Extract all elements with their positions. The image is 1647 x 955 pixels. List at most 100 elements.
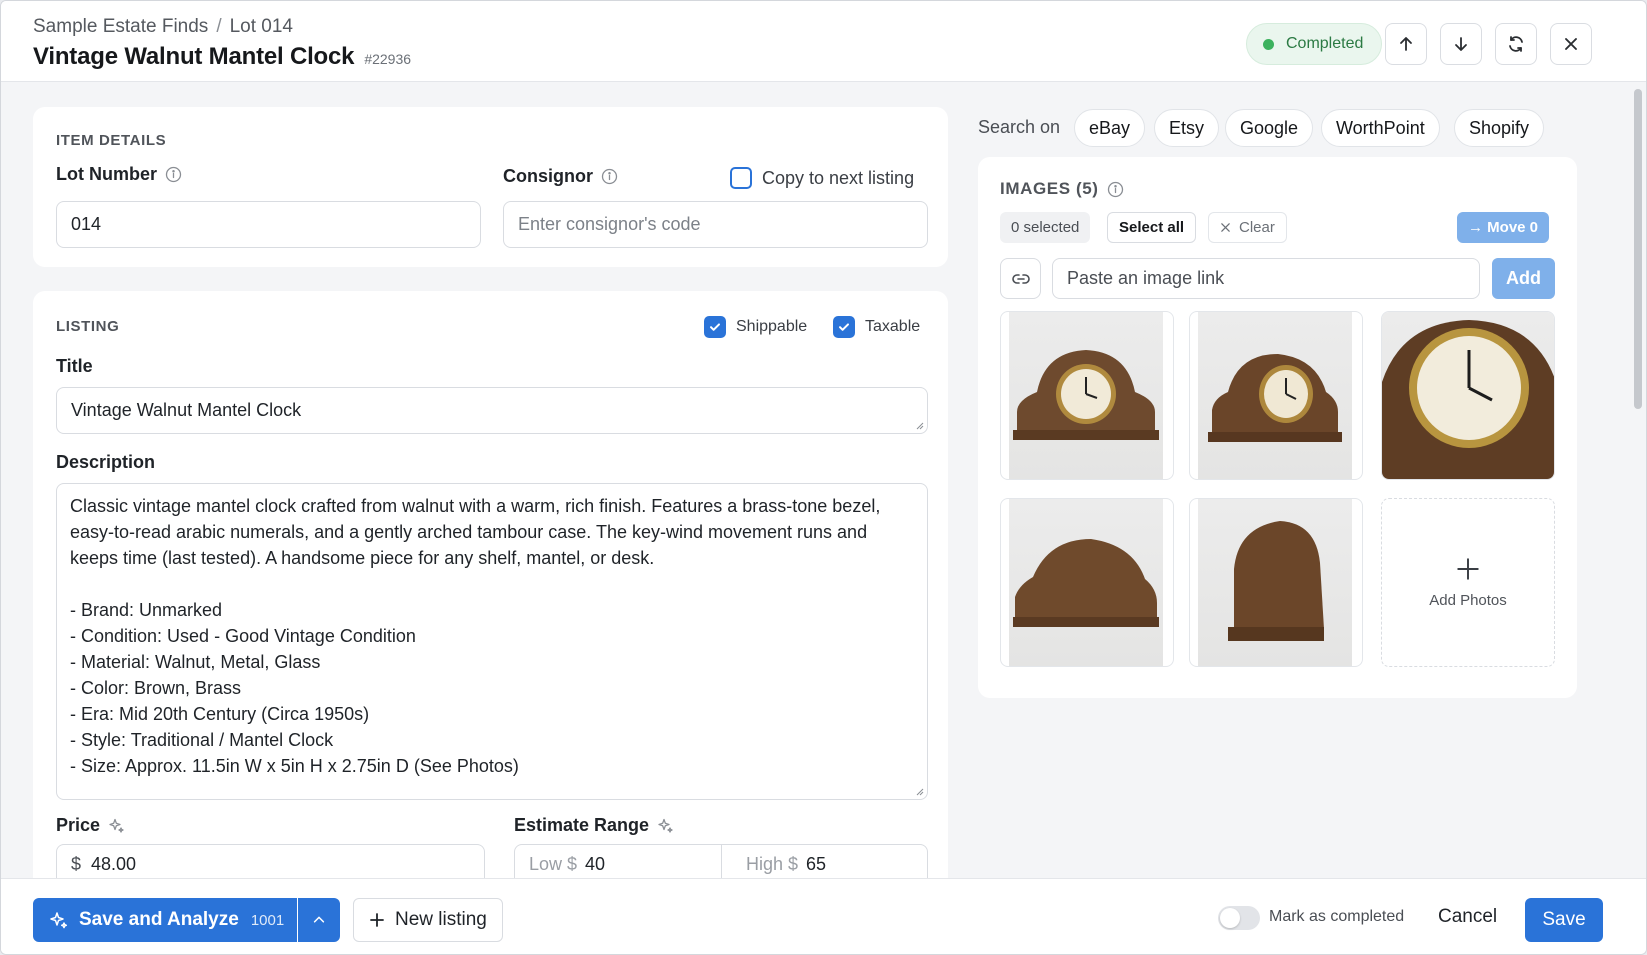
close-button[interactable]	[1550, 23, 1592, 65]
listing-heading: LISTING	[56, 318, 120, 335]
estimate-high-value: 65	[806, 854, 827, 874]
save-button[interactable]: Save	[1525, 898, 1603, 942]
consignor-label-text: Consignor	[503, 166, 593, 186]
listing-id: #22936	[364, 51, 412, 67]
clock-photo	[1013, 350, 1159, 440]
sparkle-icon	[50, 912, 68, 929]
estimate-range-label-text: Estimate Range	[514, 815, 650, 835]
estimate-range-label: Estimate Range	[514, 815, 674, 836]
lot-number-label: Lot Number	[56, 164, 182, 185]
image-thumbnail[interactable]	[1189, 498, 1363, 667]
shippable-checkbox[interactable]	[704, 316, 726, 338]
add-photos-label: Add Photos	[1429, 592, 1507, 609]
taxable-label: Taxable	[865, 318, 921, 335]
chevron-up-icon	[313, 916, 325, 923]
taxable-checkbox[interactable]	[833, 316, 855, 338]
plus-icon	[370, 913, 384, 927]
image-link-input[interactable]: Paste an image link	[1052, 258, 1480, 299]
shippable-label: Shippable	[736, 318, 808, 335]
search-ebay-button[interactable]: eBay	[1074, 109, 1146, 147]
search-shopify-button[interactable]: Shopify	[1454, 109, 1545, 147]
description-label: Description	[56, 452, 156, 472]
estimate-high-prefix: High $	[746, 854, 799, 874]
copy-to-next-label: Copy to next listing	[762, 167, 915, 188]
clear-button[interactable]: Clear	[1208, 212, 1287, 243]
info-icon[interactable]	[601, 168, 618, 185]
taxable-toggle[interactable]: Taxable	[833, 316, 920, 338]
image-link-placeholder: Paste an image link	[1067, 268, 1225, 288]
clock-photo	[1228, 521, 1324, 641]
title-label: Title	[56, 356, 93, 376]
breadcrumb-parent[interactable]: Sample Estate Finds	[33, 16, 208, 37]
images-heading-text: IMAGES (5)	[1000, 179, 1099, 198]
price-value: 48.00	[91, 854, 137, 874]
save-and-analyze-button[interactable]: Save and Analyze 1001	[33, 898, 297, 942]
add-image-link-button[interactable]: Add	[1492, 258, 1555, 299]
search-google-button[interactable]: Google	[1225, 109, 1314, 147]
image-link-button[interactable]	[1000, 258, 1041, 299]
breadcrumb: Sample Estate Finds / Lot 014	[33, 16, 293, 38]
item-details-heading: ITEM DETAILS	[56, 132, 167, 149]
image-thumbnail[interactable]	[1381, 311, 1555, 480]
breadcrumb-current: Lot 014	[229, 16, 293, 37]
new-listing-label: New listing	[395, 909, 487, 930]
search-worthpoint-button[interactable]: WorthPoint	[1321, 109, 1440, 147]
header: Sample Estate Finds / Lot 014 Vintage Waln…	[1, 1, 1646, 82]
resize-grip-icon[interactable]	[914, 786, 924, 796]
estimate-low-value: 40	[585, 854, 606, 874]
scrollbar[interactable]	[1631, 83, 1645, 878]
mark-completed-toggle[interactable]	[1218, 906, 1260, 930]
copy-to-next-checkbox[interactable]	[730, 167, 752, 189]
clear-label: Clear	[1239, 219, 1275, 236]
shippable-toggle[interactable]: Shippable	[704, 316, 807, 338]
page-title: Vintage Walnut Mantel Clock	[33, 43, 355, 70]
image-thumbnail[interactable]	[1000, 311, 1174, 480]
copy-to-next-toggle[interactable]: Copy to next listing	[730, 167, 914, 189]
new-listing-button[interactable]: New listing	[353, 898, 503, 942]
plus-icon	[1457, 558, 1479, 580]
consignor-placeholder: Enter consignor's code	[518, 214, 701, 234]
title-value: Vintage Walnut Mantel Clock	[71, 400, 302, 420]
scrollbar-thumb[interactable]	[1634, 89, 1642, 409]
clock-photo	[1208, 354, 1342, 442]
lot-number-value: 014	[71, 214, 102, 234]
move-button[interactable]: → Move 0	[1457, 212, 1550, 243]
add-photos-button[interactable]: Add Photos	[1381, 498, 1555, 667]
save-options-button[interactable]	[298, 898, 340, 942]
description-value: Classic vintage mantel clock crafted fro…	[70, 496, 881, 776]
price-label-text: Price	[56, 815, 101, 835]
estimate-low-prefix: Low $	[529, 854, 578, 874]
clock-photo	[1013, 539, 1159, 627]
resize-grip-icon[interactable]	[914, 420, 924, 430]
previous-button[interactable]	[1385, 23, 1427, 65]
arrow-down-icon	[1455, 37, 1467, 51]
status-badge: Completed	[1246, 23, 1383, 65]
price-currency: $	[71, 854, 82, 874]
image-thumbnail[interactable]	[1000, 498, 1174, 667]
next-button[interactable]	[1440, 23, 1482, 65]
refresh-button[interactable]	[1495, 23, 1537, 65]
clock-photo	[1382, 320, 1554, 479]
lot-number-label-text: Lot Number	[56, 164, 157, 184]
listing-editor-window: Sample Estate Finds / Lot 014 Vintage Waln…	[0, 0, 1647, 955]
search-etsy-button[interactable]: Etsy	[1154, 109, 1220, 147]
select-all-button[interactable]: Select all	[1107, 212, 1197, 243]
breadcrumb-separator: /	[216, 16, 222, 37]
consignor-input[interactable]: Enter consignor's code	[503, 201, 928, 248]
lot-number-input[interactable]: 014	[56, 201, 481, 248]
info-icon[interactable]	[165, 166, 182, 183]
close-icon	[1221, 223, 1230, 232]
close-icon	[1565, 38, 1577, 50]
save-and-analyze-label: Save and Analyze	[79, 909, 239, 930]
sparkle-icon[interactable]	[108, 817, 125, 834]
image-thumbnail[interactable]	[1189, 311, 1363, 480]
status-label: Completed	[1286, 35, 1364, 52]
mark-completed-label: Mark as completed	[1269, 908, 1405, 925]
check-icon	[710, 323, 720, 331]
selected-count: 0 selected	[1000, 212, 1091, 243]
status-dot-icon	[1263, 38, 1274, 50]
title-input[interactable]: Vintage Walnut Mantel Clock	[56, 387, 928, 434]
info-icon[interactable]	[1107, 181, 1124, 198]
cancel-button[interactable]: Cancel	[1438, 906, 1497, 928]
sparkle-icon[interactable]	[657, 817, 674, 834]
